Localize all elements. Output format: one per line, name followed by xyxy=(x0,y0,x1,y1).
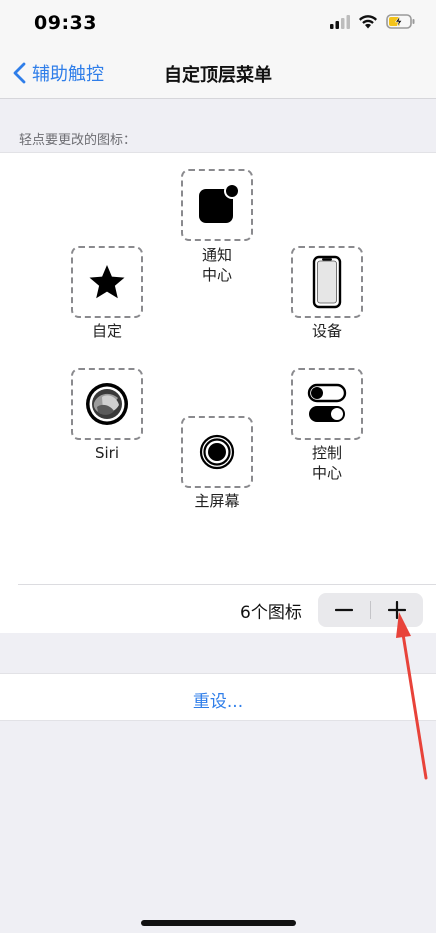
home-indicator xyxy=(141,920,296,926)
annotation-arrow xyxy=(396,612,428,780)
